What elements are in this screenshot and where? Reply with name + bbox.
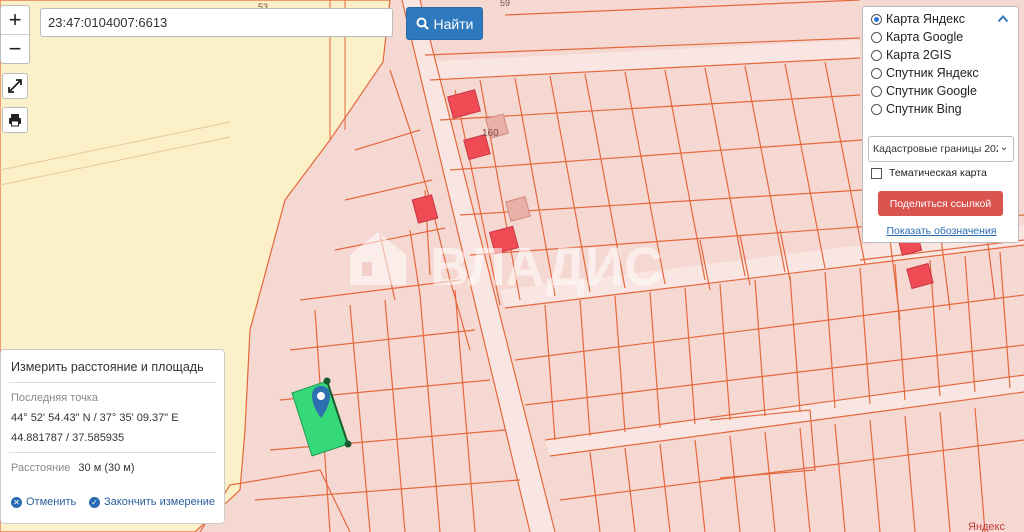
radio-button-selected[interactable] — [871, 13, 882, 25]
expand-icon — [8, 79, 22, 93]
collapse-chevron-up-icon[interactable] — [997, 13, 1009, 25]
chevron-down-icon: ⌄ — [998, 142, 1010, 156]
finish-measure-button[interactable]: ✓ Закончить измерение — [89, 496, 215, 508]
search-button[interactable]: Найти — [406, 7, 483, 40]
distance-value: 30 м (30 м) — [78, 462, 135, 474]
layer-option-label: Спутник Google — [886, 84, 977, 98]
divider — [9, 382, 216, 383]
cancel-label: Отменить — [26, 496, 77, 508]
radio-button[interactable] — [871, 31, 882, 43]
last-point-label: Последняя точка — [11, 392, 98, 404]
layer-option-yandex-map[interactable]: Карта Яндекс — [871, 12, 965, 26]
map-provider-attribution: Яндекс — [968, 521, 1005, 532]
map-layers-panel: Карта Яндекс Карта Google Карта 2GIS Спу… — [862, 6, 1019, 243]
measure-title: Измерить расстояние и площадь — [11, 360, 204, 374]
layer-option-google-map[interactable]: Карта Google — [871, 30, 963, 44]
layer-option-bing-satellite[interactable]: Спутник Bing — [871, 102, 962, 116]
layer-option-yandex-satellite[interactable]: Спутник Яндекс — [871, 66, 979, 80]
layer-option-label: Карта 2GIS — [886, 48, 952, 62]
building-outline — [505, 196, 531, 222]
layer-option-label: Карта Google — [886, 30, 964, 44]
zoom-control: + − — [0, 5, 30, 64]
cancel-measure-button[interactable]: ✕ Отменить — [11, 496, 76, 508]
layer-option-label: Спутник Яндекс — [886, 66, 979, 80]
top-number-label: 59 — [500, 0, 510, 8]
radio-button[interactable] — [871, 67, 882, 79]
measure-point-end[interactable] — [344, 440, 352, 448]
select-value: Кадастровые границы 2024 — [873, 143, 1008, 155]
close-icon: ✕ — [11, 496, 22, 508]
thematic-map-toggle[interactable]: Тематическая карта — [871, 167, 987, 179]
zoom-out-button[interactable]: − — [1, 34, 29, 63]
distance-row: Расстояние 30 м (30 м) — [11, 462, 135, 474]
layer-option-label: Карта Яндекс — [886, 12, 965, 26]
distance-label: Расстояние — [11, 462, 71, 474]
measure-panel: Измерить расстояние и площадь Последняя … — [0, 349, 225, 524]
coords-dms: 44° 52' 54.43" N / 37° 35' 09.37" E — [11, 412, 179, 424]
layer-option-label: Спутник Bing — [886, 102, 962, 116]
search-button-label: Найти — [433, 15, 474, 32]
coords-decimal: 44.881787 / 37.585935 — [11, 432, 125, 444]
show-legend-link[interactable]: Показать обозначения — [863, 225, 1020, 237]
search-icon — [416, 17, 429, 30]
layer-option-google-satellite[interactable]: Спутник Google — [871, 84, 977, 98]
fullscreen-button[interactable] — [2, 73, 28, 99]
layer-option-2gis-map[interactable]: Карта 2GIS — [871, 48, 951, 62]
check-icon: ✓ — [89, 496, 100, 508]
plot-number-label: 160 — [482, 128, 499, 139]
thematic-map-label: Тематическая карта — [889, 167, 987, 179]
divider — [9, 452, 216, 453]
radio-button[interactable] — [871, 103, 882, 115]
print-button[interactable] — [2, 107, 28, 133]
zoom-in-button[interactable]: + — [1, 6, 29, 34]
finish-label: Закончить измерение — [104, 496, 216, 508]
radio-button[interactable] — [871, 85, 882, 97]
cadastral-number-search-input[interactable] — [40, 8, 393, 37]
watermark-text: ВЛАДИС — [430, 237, 663, 297]
printer-icon — [9, 114, 21, 127]
share-link-button[interactable]: Поделиться ссылкой — [878, 191, 1003, 216]
radio-button[interactable] — [871, 49, 882, 61]
cadastral-boundaries-select[interactable]: Кадастровые границы 2024 ⌄ — [868, 136, 1014, 162]
checkbox[interactable] — [871, 167, 882, 179]
measure-point-start[interactable] — [323, 377, 331, 385]
